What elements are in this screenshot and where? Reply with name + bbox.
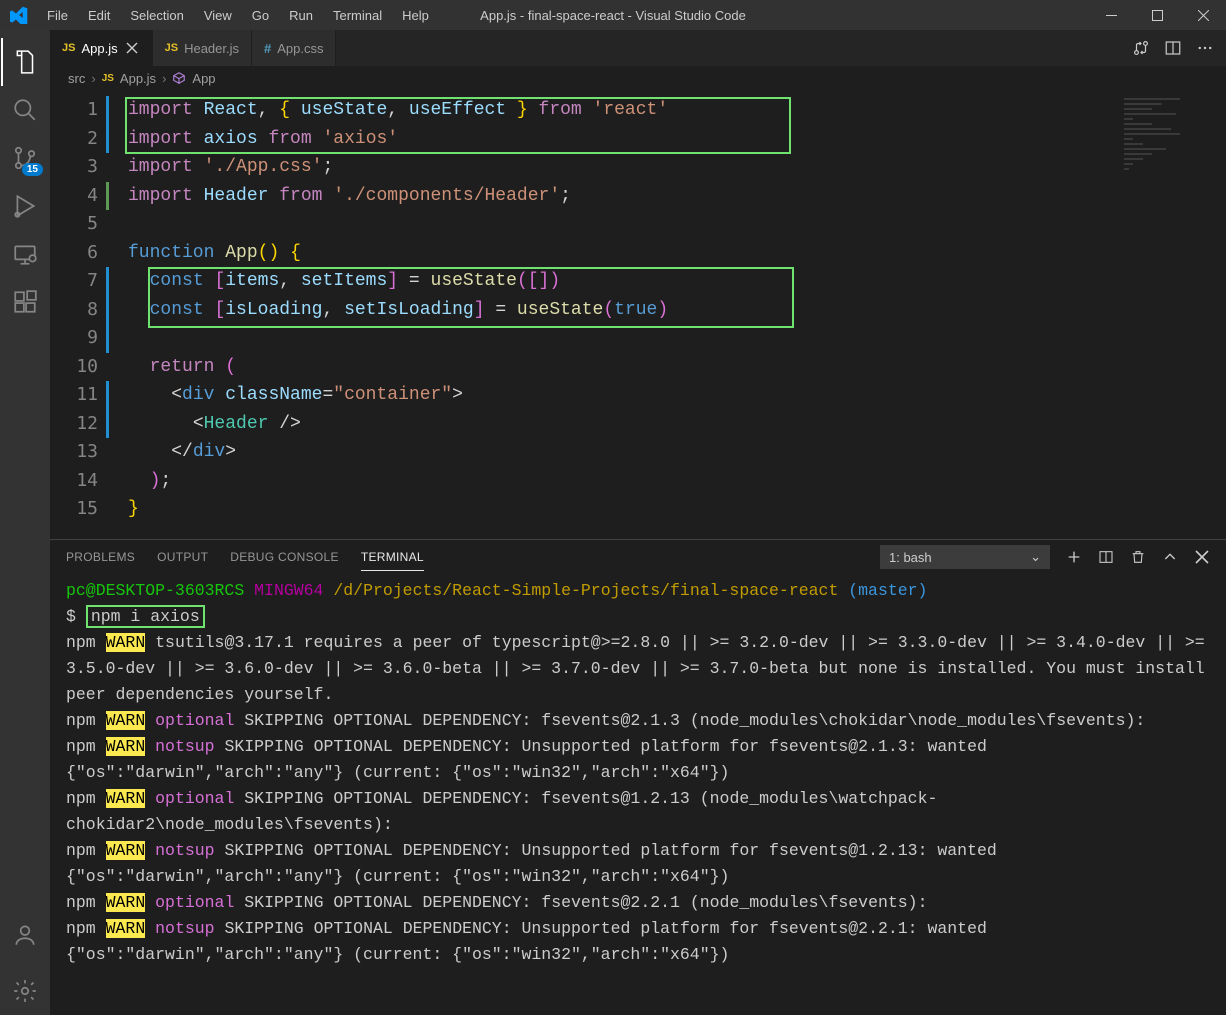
run-debug-icon[interactable]: [1, 182, 49, 230]
panel-tabs: PROBLEMS OUTPUT DEBUG CONSOLE TERMINAL 1…: [50, 540, 1226, 574]
minimap[interactable]: [1116, 90, 1226, 539]
explorer-icon[interactable]: [1, 38, 49, 86]
tab-actions: [1120, 30, 1226, 66]
js-file-icon: JS: [165, 42, 178, 54]
maximize-panel-icon[interactable]: [1162, 549, 1178, 565]
panel: PROBLEMS OUTPUT DEBUG CONSOLE TERMINAL 1…: [50, 539, 1226, 1015]
titlebar: File Edit Selection View Go Run Terminal…: [0, 0, 1226, 30]
remote-icon[interactable]: [1, 230, 49, 278]
tab-header-js[interactable]: JS Header.js: [153, 30, 252, 66]
line-number-gutter: 1 2 3 4 5 6 7 8 9 10 11 12 13 14 15: [50, 90, 114, 539]
terminal-selector[interactable]: 1: bash ⌄: [880, 545, 1050, 569]
highlight-annotation: npm i axios: [86, 605, 205, 628]
tab-label: App.js: [81, 41, 117, 56]
source-control-icon[interactable]: 15: [1, 134, 49, 182]
split-terminal-icon[interactable]: [1098, 549, 1114, 565]
new-terminal-icon[interactable]: [1066, 549, 1082, 565]
menu-file[interactable]: File: [38, 4, 77, 27]
editor-area: JS App.js JS Header.js # App.css src › J…: [50, 30, 1226, 1015]
menu-terminal[interactable]: Terminal: [324, 4, 391, 27]
scm-badge: 15: [22, 163, 43, 176]
accounts-icon[interactable]: [1, 911, 49, 959]
close-panel-icon[interactable]: [1194, 549, 1210, 565]
maximize-button[interactable]: [1134, 0, 1180, 30]
tab-app-js[interactable]: JS App.js: [50, 30, 153, 66]
kill-terminal-icon[interactable]: [1130, 549, 1146, 565]
panel-tab-problems[interactable]: PROBLEMS: [66, 544, 135, 570]
chevron-right-icon: ›: [91, 71, 95, 86]
compare-changes-icon[interactable]: [1132, 39, 1150, 57]
breadcrumb-file[interactable]: App.js: [120, 71, 156, 86]
activity-bar: 15: [0, 30, 50, 1015]
window-title: App.js - final-space-react - Visual Stud…: [480, 8, 746, 23]
close-icon[interactable]: [124, 40, 140, 56]
panel-tab-debug[interactable]: DEBUG CONSOLE: [230, 544, 339, 570]
vscode-logo-icon: [10, 6, 28, 24]
extensions-icon[interactable]: [1, 278, 49, 326]
symbol-icon: [172, 71, 186, 85]
menu-run[interactable]: Run: [280, 4, 322, 27]
search-icon[interactable]: [1, 86, 49, 134]
menu-edit[interactable]: Edit: [79, 4, 119, 27]
code-content[interactable]: import React, { useState, useEffect } fr…: [114, 90, 1116, 539]
tab-app-css[interactable]: # App.css: [252, 30, 336, 66]
terminal-output[interactable]: pc@DESKTOP-3603RCS MINGW64 /d/Projects/R…: [50, 574, 1226, 1015]
code-editor[interactable]: 1 2 3 4 5 6 7 8 9 10 11 12 13 14 15 impo…: [50, 90, 1226, 539]
panel-tab-output[interactable]: OUTPUT: [157, 544, 208, 570]
tab-label: App.css: [277, 41, 323, 56]
menu-help[interactable]: Help: [393, 4, 438, 27]
menu-selection[interactable]: Selection: [121, 4, 192, 27]
css-file-icon: #: [264, 41, 271, 56]
chevron-down-icon: ⌄: [1030, 549, 1041, 565]
js-file-icon: JS: [102, 73, 114, 84]
more-actions-icon[interactable]: [1196, 39, 1214, 57]
menu-bar: File Edit Selection View Go Run Terminal…: [38, 4, 438, 27]
close-button[interactable]: [1180, 0, 1226, 30]
js-file-icon: JS: [62, 42, 75, 54]
menu-view[interactable]: View: [195, 4, 241, 27]
minimize-button[interactable]: [1088, 0, 1134, 30]
breadcrumb-folder[interactable]: src: [68, 71, 85, 86]
breadcrumb-symbol[interactable]: App: [192, 71, 215, 86]
window-controls: [1088, 0, 1226, 30]
chevron-right-icon: ›: [162, 71, 166, 86]
editor-tabs: JS App.js JS Header.js # App.css: [50, 30, 1226, 66]
split-editor-icon[interactable]: [1164, 39, 1182, 57]
tab-label: Header.js: [184, 41, 239, 56]
menu-go[interactable]: Go: [243, 4, 278, 27]
breadcrumb[interactable]: src › JS App.js › App: [50, 66, 1226, 90]
settings-gear-icon[interactable]: [1, 967, 49, 1015]
panel-tab-terminal[interactable]: TERMINAL: [361, 544, 424, 571]
